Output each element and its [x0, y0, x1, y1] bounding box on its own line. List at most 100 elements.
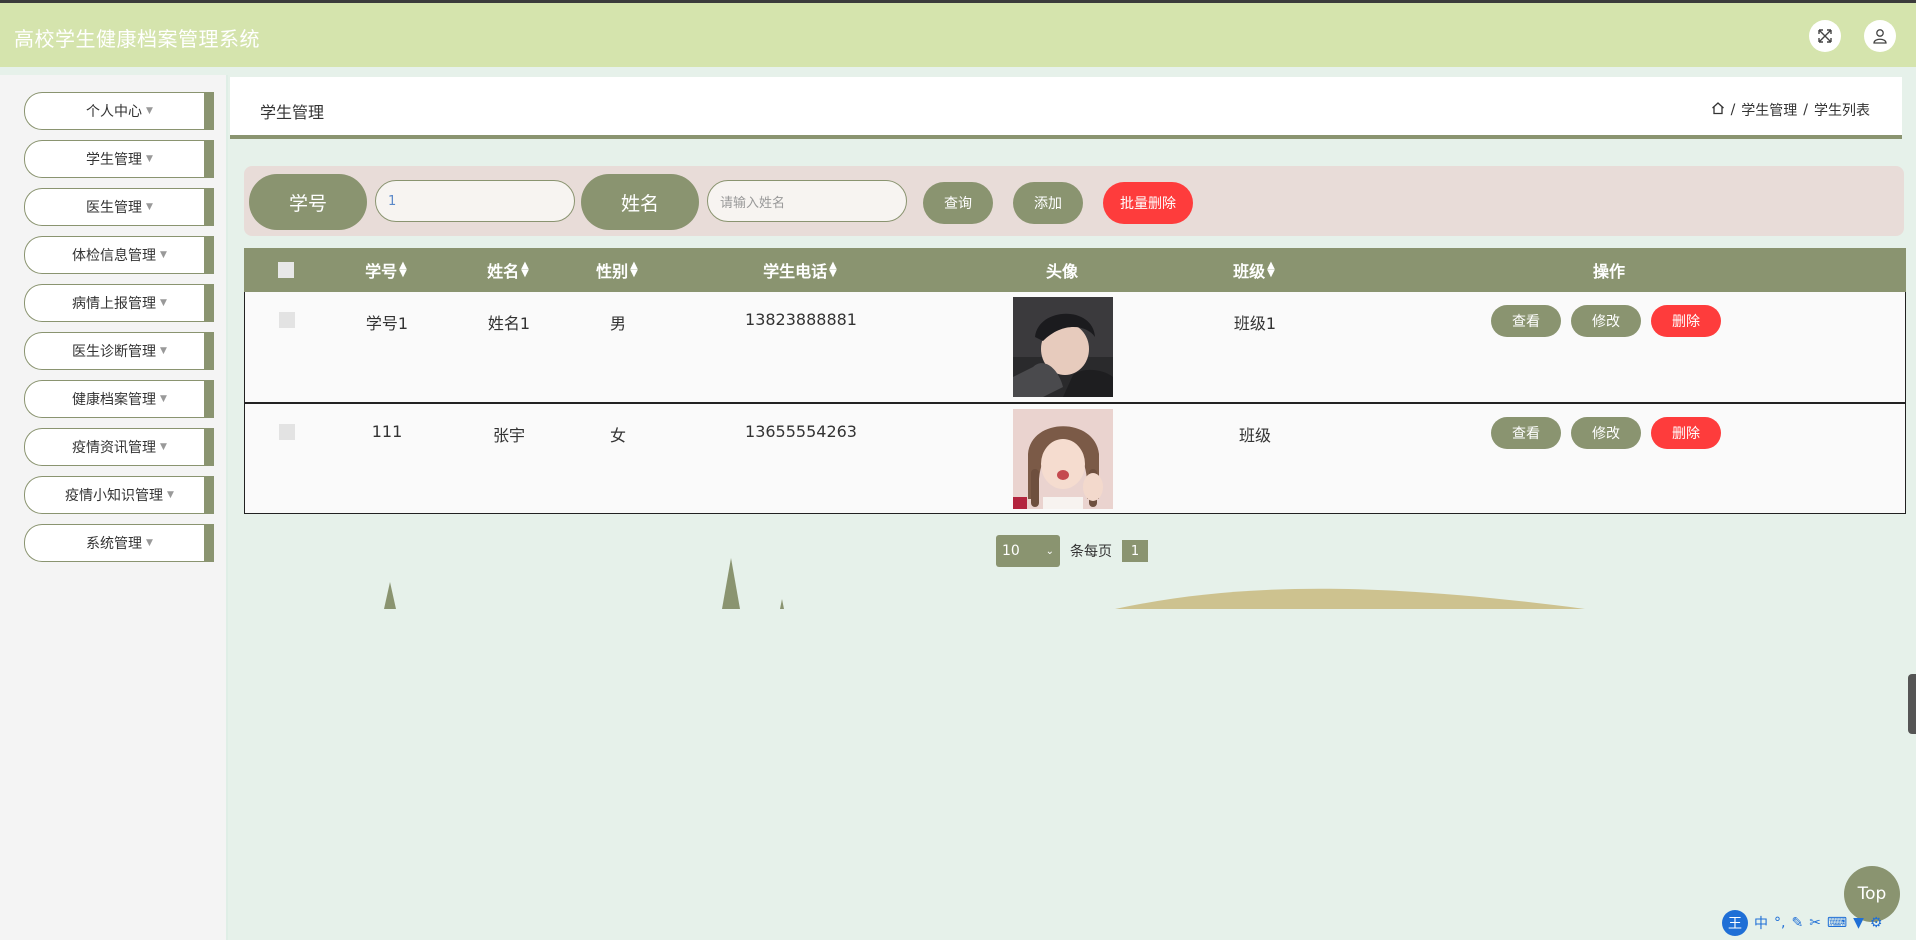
column-label: 班级: [1233, 262, 1266, 281]
add-button[interactable]: 添加: [1013, 182, 1083, 224]
query-button[interactable]: 查询: [923, 182, 993, 224]
punctuation-icon[interactable]: °,: [1774, 915, 1785, 931]
delete-button[interactable]: 删除: [1651, 417, 1721, 449]
cell-student-id: 111: [371, 422, 403, 441]
sidebar-item-label: 疫情小知识管理: [65, 488, 164, 504]
cell-student-id: 学号1: [365, 314, 409, 333]
sidebar-item-label: 疫情资讯管理: [72, 440, 157, 456]
student-id-label: 学号: [249, 174, 367, 230]
sidebar-item-checkup-management[interactable]: 体检信息管理 ▼: [24, 236, 214, 274]
page-title: 学生管理: [260, 103, 325, 122]
sidebar-item-system-management[interactable]: 系统管理 ▼: [24, 524, 214, 562]
ime-logo-icon[interactable]: 王: [1722, 910, 1748, 936]
sidebar-item-health-records[interactable]: 健康档案管理 ▼: [24, 380, 214, 418]
column-header-student-id[interactable]: 学号 ▲ ▼: [365, 248, 407, 292]
view-button[interactable]: 查看: [1491, 417, 1561, 449]
caret-down-icon: ▼: [160, 346, 167, 356]
column-header-phone[interactable]: 学生电话 ▲ ▼: [763, 248, 837, 292]
breadcrumb: / 学生管理 / 学生列表: [1711, 100, 1870, 120]
avatar: [1013, 409, 1113, 509]
cell-class: 班级1: [1233, 314, 1277, 333]
home-icon[interactable]: [1711, 101, 1725, 119]
sidebar-item-label: 学生管理: [86, 152, 143, 168]
sidebar-item-epidemic-tips[interactable]: 疫情小知识管理 ▼: [24, 476, 214, 514]
sidebar-item-doctor-management[interactable]: 医生管理 ▼: [24, 188, 214, 226]
column-label: 操作: [1592, 262, 1626, 281]
sidebar-item-personal-center[interactable]: 个人中心 ▼: [24, 92, 214, 130]
caret-down-icon: ▼: [160, 394, 167, 404]
cell-name: 张宇: [492, 426, 526, 445]
sidebar-item-label: 系统管理: [86, 536, 143, 552]
decorative-landscape: [384, 558, 1585, 609]
sidebar-item-label: 医生管理: [86, 200, 143, 216]
sidebar-item-label: 医生诊断管理: [72, 344, 157, 360]
column-header-name[interactable]: 姓名 ▲ ▼: [487, 248, 529, 292]
sidebar-item-student-management[interactable]: 学生管理 ▼: [24, 140, 214, 178]
cell-gender: 男: [609, 314, 627, 333]
sidebar: 个人中心 ▼ 学生管理 ▼ 医生管理 ▼ 体检信息管理 ▼ 病情上报管理 ▼ 医生诊断管理…: [0, 75, 228, 940]
view-button[interactable]: 查看: [1491, 305, 1561, 337]
caret-down-icon: ▼: [146, 154, 153, 164]
side-drawer-handle[interactable]: [1908, 674, 1916, 734]
table-header: 学号 ▲ ▼ 姓名 ▲ ▼ 性别 ▲ ▼ 学生电话 ▲ ▼ 头像 班级 ▲ ▼ 操作: [244, 248, 1906, 292]
sidebar-item-label: 个人中心: [86, 104, 143, 120]
scissors-icon[interactable]: ✂: [1809, 915, 1821, 931]
sidebar-item-illness-report[interactable]: 病情上报管理 ▼: [24, 284, 214, 322]
sidebar-item-label: 健康档案管理: [72, 392, 157, 408]
cell-name: 姓名1: [487, 314, 531, 333]
cell-gender: 女: [609, 426, 627, 445]
student-table: 学号 ▲ ▼ 姓名 ▲ ▼ 性别 ▲ ▼ 学生电话 ▲ ▼ 头像 班级 ▲ ▼ 操作 学号1 姓名1…: [244, 248, 1906, 514]
sort-icon: ▲ ▼: [399, 260, 407, 279]
avatar: [1013, 297, 1113, 397]
row-checkbox[interactable]: [279, 424, 295, 444]
skin-icon[interactable]: ▼: [1853, 915, 1864, 931]
select-all-checkbox[interactable]: [278, 248, 294, 292]
sidebar-item-diagnosis-management[interactable]: 医生诊断管理 ▼: [24, 332, 214, 370]
column-label: 学生电话: [763, 262, 828, 281]
cell-phone: 13655554263: [745, 422, 857, 441]
breadcrumb-item-student-list: 学生列表: [1814, 103, 1870, 119]
caret-down-icon: ▼: [146, 538, 153, 548]
fullscreen-icon[interactable]: [1809, 20, 1841, 52]
sort-icon: ▲ ▼: [1267, 260, 1275, 279]
breadcrumb-separator: /: [1730, 102, 1736, 118]
name-label: 姓名: [581, 174, 699, 230]
student-id-input[interactable]: 1: [375, 180, 575, 222]
sidebar-item-label: 体检信息管理: [72, 248, 157, 264]
cell-class: 班级: [1238, 426, 1272, 445]
page-header: 学生管理 / 学生管理 / 学生列表: [230, 77, 1902, 139]
column-header-class[interactable]: 班级 ▲ ▼: [1233, 248, 1275, 292]
app-title: 高校学生健康档案管理系统: [14, 27, 260, 51]
edit-button[interactable]: 修改: [1571, 305, 1641, 337]
ime-toolbar: 王 中 °, ✎ ✂ ⌨ ▼ ⚙: [1722, 910, 1882, 936]
sidebar-item-epidemic-news[interactable]: 疫情资讯管理 ▼: [24, 428, 214, 466]
caret-down-icon: ▼: [160, 298, 167, 308]
sidebar-item-label: 病情上报管理: [72, 296, 157, 312]
breadcrumb-item-student-management[interactable]: 学生管理: [1741, 100, 1797, 120]
column-label: 性别: [596, 262, 629, 281]
batch-delete-button[interactable]: 批量删除: [1103, 182, 1193, 224]
caret-down-icon: ▼: [167, 490, 174, 500]
row-checkbox[interactable]: [279, 312, 295, 332]
pen-icon[interactable]: ✎: [1791, 915, 1803, 931]
column-header-actions: 操作: [1593, 248, 1625, 292]
edit-button[interactable]: 修改: [1571, 417, 1641, 449]
breadcrumb-separator: /: [1803, 102, 1808, 118]
column-label: 学号: [365, 262, 398, 281]
top-bar: 高校学生健康档案管理系统: [0, 0, 1916, 67]
column-header-gender[interactable]: 性别 ▲ ▼: [596, 248, 638, 292]
search-bar: 学号 1 姓名 请输入姓名 查询 添加 批量删除: [244, 166, 1904, 236]
delete-button[interactable]: 删除: [1651, 305, 1721, 337]
user-icon[interactable]: [1864, 20, 1896, 52]
cell-phone: 13823888881: [745, 310, 857, 329]
column-label: 姓名: [487, 262, 520, 281]
table-row: 111 张宇 女 13655554263 班级 查看 修改 删除: [244, 403, 1906, 514]
ime-mode-label[interactable]: 中: [1754, 913, 1768, 933]
settings-icon[interactable]: ⚙: [1870, 915, 1883, 931]
column-label: 头像: [1045, 262, 1079, 281]
keyboard-icon[interactable]: ⌨: [1827, 915, 1847, 931]
sort-icon: ▲ ▼: [829, 260, 837, 279]
caret-down-icon: ▼: [146, 106, 153, 116]
name-input[interactable]: 请输入姓名: [707, 180, 907, 222]
column-header-avatar: 头像: [1046, 248, 1078, 292]
